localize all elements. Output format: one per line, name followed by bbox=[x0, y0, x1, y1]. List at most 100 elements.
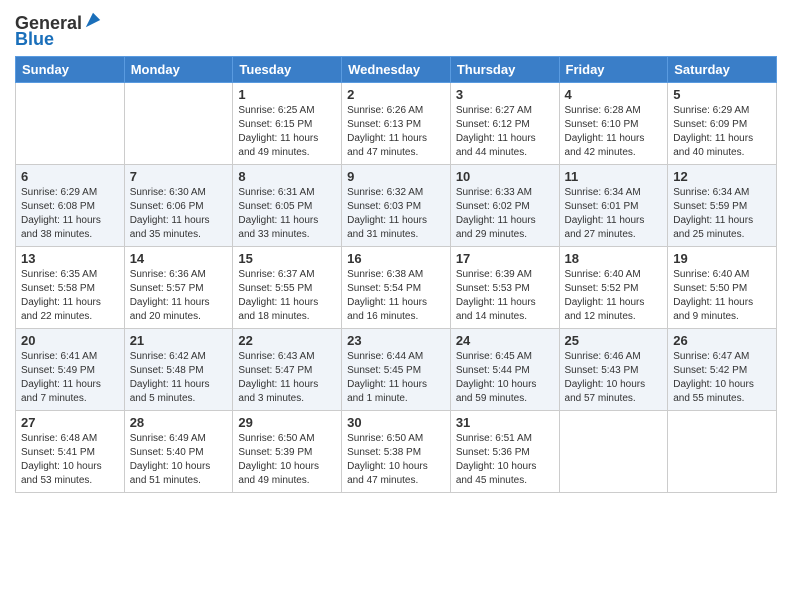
day-info: Sunrise: 6:50 AM Sunset: 5:39 PM Dayligh… bbox=[238, 432, 336, 488]
day-info: Sunrise: 6:51 AM Sunset: 5:36 PM Dayligh… bbox=[456, 432, 554, 488]
calendar-week-4: 20 Sunrise: 6:41 AM Sunset: 5:49 PM Dayli… bbox=[16, 328, 777, 410]
day-info: Sunrise: 6:27 AM Sunset: 6:12 PM Dayligh… bbox=[456, 104, 554, 160]
calendar-cell: 4Sunrise: 6:28 AM Sunset: 6:10 PM Daylig… bbox=[559, 82, 668, 164]
calendar-cell bbox=[559, 410, 668, 492]
calendar-cell: 3 Sunrise: 6:27 AM Sunset: 6:12 PM Daylig… bbox=[450, 82, 559, 164]
day-number: 6 bbox=[21, 169, 119, 184]
day-info: Sunrise: 6:50 AM Sunset: 5:38 PM Dayligh… bbox=[347, 432, 445, 488]
calendar-cell bbox=[16, 82, 125, 164]
calendar-week-5: 27 Sunrise: 6:48 AM Sunset: 5:41 PM Dayli… bbox=[16, 410, 777, 492]
day-info: Sunrise: 6:45 AM Sunset: 5:44 PM Dayligh… bbox=[456, 350, 554, 406]
calendar-body: 1 Sunrise: 6:25 AM Sunset: 6:15 PM Daylig… bbox=[16, 82, 777, 492]
day-info: Sunrise: 6:25 AM Sunset: 6:15 PM Dayligh… bbox=[238, 104, 336, 160]
calendar-cell: 17Sunrise: 6:39 AM Sunset: 5:53 PM Dayli… bbox=[450, 246, 559, 328]
day-number: 8 bbox=[238, 169, 336, 184]
day-info: Sunrise: 6:29 AM Sunset: 6:08 PM Dayligh… bbox=[21, 186, 119, 242]
calendar-cell bbox=[668, 410, 777, 492]
calendar-cell: 28 Sunrise: 6:49 AM Sunset: 5:40 PM Dayli… bbox=[124, 410, 233, 492]
day-number: 31 bbox=[456, 415, 554, 430]
header: General Blue bbox=[15, 10, 777, 50]
weekday-header-row: SundayMondayTuesdayWednesdayThursdayFrid… bbox=[16, 56, 777, 82]
day-number: 18 bbox=[565, 251, 663, 266]
day-number: 11 bbox=[565, 169, 663, 184]
page: General Blue SundayMondayTuesdayWednesda… bbox=[0, 0, 792, 612]
calendar-cell: 12 Sunrise: 6:34 AM Sunset: 5:59 PM Dayli… bbox=[668, 164, 777, 246]
day-info: Sunrise: 6:47 AM Sunset: 5:42 PM Dayligh… bbox=[673, 350, 771, 406]
calendar-cell: 1 Sunrise: 6:25 AM Sunset: 6:15 PM Daylig… bbox=[233, 82, 342, 164]
day-number: 10 bbox=[456, 169, 554, 184]
calendar-cell: 9Sunrise: 6:32 AM Sunset: 6:03 PM Daylig… bbox=[342, 164, 451, 246]
calendar-table: SundayMondayTuesdayWednesdayThursdayFrid… bbox=[15, 56, 777, 493]
day-info: Sunrise: 6:33 AM Sunset: 6:02 PM Dayligh… bbox=[456, 186, 554, 242]
calendar-week-3: 13 Sunrise: 6:35 AM Sunset: 5:58 PM Dayli… bbox=[16, 246, 777, 328]
day-info: Sunrise: 6:38 AM Sunset: 5:54 PM Dayligh… bbox=[347, 268, 445, 324]
day-info: Sunrise: 6:34 AM Sunset: 6:01 PM Dayligh… bbox=[565, 186, 663, 242]
day-info: Sunrise: 6:39 AM Sunset: 5:53 PM Dayligh… bbox=[456, 268, 554, 324]
calendar-cell: 20 Sunrise: 6:41 AM Sunset: 5:49 PM Dayli… bbox=[16, 328, 125, 410]
calendar-cell: 23 Sunrise: 6:44 AM Sunset: 5:45 PM Dayli… bbox=[342, 328, 451, 410]
calendar-cell bbox=[124, 82, 233, 164]
day-number: 20 bbox=[21, 333, 119, 348]
calendar-cell: 8 Sunrise: 6:31 AM Sunset: 6:05 PM Daylig… bbox=[233, 164, 342, 246]
day-number: 28 bbox=[130, 415, 228, 430]
day-number: 29 bbox=[238, 415, 336, 430]
calendar-cell: 14Sunrise: 6:36 AM Sunset: 5:57 PM Dayli… bbox=[124, 246, 233, 328]
day-number: 1 bbox=[238, 87, 336, 102]
weekday-header-sunday: Sunday bbox=[16, 56, 125, 82]
day-number: 27 bbox=[21, 415, 119, 430]
day-number: 12 bbox=[673, 169, 771, 184]
calendar-cell: 16 Sunrise: 6:38 AM Sunset: 5:54 PM Dayli… bbox=[342, 246, 451, 328]
calendar-cell: 24 Sunrise: 6:45 AM Sunset: 5:44 PM Dayli… bbox=[450, 328, 559, 410]
logo: General Blue bbox=[15, 14, 102, 50]
day-info: Sunrise: 6:34 AM Sunset: 5:59 PM Dayligh… bbox=[673, 186, 771, 242]
day-info: Sunrise: 6:35 AM Sunset: 5:58 PM Dayligh… bbox=[21, 268, 119, 324]
day-number: 2 bbox=[347, 87, 445, 102]
day-info: Sunrise: 6:46 AM Sunset: 5:43 PM Dayligh… bbox=[565, 350, 663, 406]
day-info: Sunrise: 6:37 AM Sunset: 5:55 PM Dayligh… bbox=[238, 268, 336, 324]
logo-blue: Blue bbox=[15, 30, 54, 50]
day-info: Sunrise: 6:26 AM Sunset: 6:13 PM Dayligh… bbox=[347, 104, 445, 160]
day-info: Sunrise: 6:40 AM Sunset: 5:52 PM Dayligh… bbox=[565, 268, 663, 324]
calendar-cell: 22Sunrise: 6:43 AM Sunset: 5:47 PM Dayli… bbox=[233, 328, 342, 410]
day-number: 19 bbox=[673, 251, 771, 266]
calendar-cell: 11 Sunrise: 6:34 AM Sunset: 6:01 PM Dayli… bbox=[559, 164, 668, 246]
day-info: Sunrise: 6:44 AM Sunset: 5:45 PM Dayligh… bbox=[347, 350, 445, 406]
day-number: 30 bbox=[347, 415, 445, 430]
day-number: 26 bbox=[673, 333, 771, 348]
calendar-cell: 6 Sunrise: 6:29 AM Sunset: 6:08 PM Daylig… bbox=[16, 164, 125, 246]
day-info: Sunrise: 6:40 AM Sunset: 5:50 PM Dayligh… bbox=[673, 268, 771, 324]
day-number: 24 bbox=[456, 333, 554, 348]
weekday-header-tuesday: Tuesday bbox=[233, 56, 342, 82]
calendar-cell: 26 Sunrise: 6:47 AM Sunset: 5:42 PM Dayli… bbox=[668, 328, 777, 410]
day-info: Sunrise: 6:31 AM Sunset: 6:05 PM Dayligh… bbox=[238, 186, 336, 242]
weekday-header-friday: Friday bbox=[559, 56, 668, 82]
day-info: Sunrise: 6:48 AM Sunset: 5:41 PM Dayligh… bbox=[21, 432, 119, 488]
day-number: 13 bbox=[21, 251, 119, 266]
calendar-cell: 10 Sunrise: 6:33 AM Sunset: 6:02 PM Dayli… bbox=[450, 164, 559, 246]
calendar-cell: 27 Sunrise: 6:48 AM Sunset: 5:41 PM Dayli… bbox=[16, 410, 125, 492]
day-number: 14 bbox=[130, 251, 228, 266]
day-info: Sunrise: 6:30 AM Sunset: 6:06 PM Dayligh… bbox=[130, 186, 228, 242]
day-info: Sunrise: 6:49 AM Sunset: 5:40 PM Dayligh… bbox=[130, 432, 228, 488]
day-info: Sunrise: 6:42 AM Sunset: 5:48 PM Dayligh… bbox=[130, 350, 228, 406]
day-number: 15 bbox=[238, 251, 336, 266]
day-number: 16 bbox=[347, 251, 445, 266]
calendar-cell: 2 Sunrise: 6:26 AM Sunset: 6:13 PM Daylig… bbox=[342, 82, 451, 164]
day-number: 7 bbox=[130, 169, 228, 184]
day-number: 21 bbox=[130, 333, 228, 348]
logo-icon bbox=[84, 11, 102, 29]
calendar-cell: 18 Sunrise: 6:40 AM Sunset: 5:52 PM Dayli… bbox=[559, 246, 668, 328]
day-info: Sunrise: 6:43 AM Sunset: 5:47 PM Dayligh… bbox=[238, 350, 336, 406]
calendar-cell: 7 Sunrise: 6:30 AM Sunset: 6:06 PM Daylig… bbox=[124, 164, 233, 246]
day-number: 3 bbox=[456, 87, 554, 102]
calendar-cell: 21 Sunrise: 6:42 AM Sunset: 5:48 PM Dayli… bbox=[124, 328, 233, 410]
day-info: Sunrise: 6:41 AM Sunset: 5:49 PM Dayligh… bbox=[21, 350, 119, 406]
weekday-header-monday: Monday bbox=[124, 56, 233, 82]
calendar-cell: 5Sunrise: 6:29 AM Sunset: 6:09 PM Daylig… bbox=[668, 82, 777, 164]
day-number: 23 bbox=[347, 333, 445, 348]
calendar-cell: 31 Sunrise: 6:51 AM Sunset: 5:36 PM Dayli… bbox=[450, 410, 559, 492]
day-number: 4 bbox=[565, 87, 663, 102]
calendar-cell: 25Sunrise: 6:46 AM Sunset: 5:43 PM Dayli… bbox=[559, 328, 668, 410]
calendar-cell: 13 Sunrise: 6:35 AM Sunset: 5:58 PM Dayli… bbox=[16, 246, 125, 328]
weekday-header-thursday: Thursday bbox=[450, 56, 559, 82]
